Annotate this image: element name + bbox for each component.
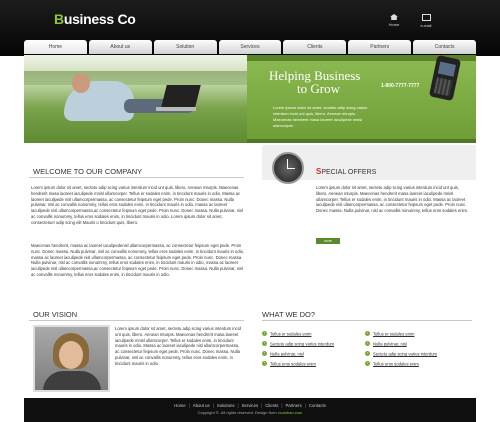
hero-man-head bbox=[72, 73, 90, 93]
phone-screen bbox=[437, 61, 456, 77]
vision-photo-body bbox=[43, 371, 101, 390]
special-offers-title: SPECIAL OFFERS bbox=[316, 167, 376, 176]
logo-accent: B bbox=[54, 11, 64, 27]
hero-bottomband bbox=[247, 139, 476, 143]
arrow-icon: › bbox=[262, 351, 267, 357]
footer-separator: | bbox=[188, 403, 190, 408]
list-item-label: Sectetu adip scing varius interdum bbox=[270, 341, 335, 347]
list-item[interactable]: › Tellus eros sodales enim bbox=[262, 361, 316, 367]
arrow-icon: › bbox=[365, 351, 370, 357]
home-icon-label: Home bbox=[388, 22, 400, 27]
arrow-icon: › bbox=[365, 361, 370, 367]
home-icon bbox=[390, 14, 398, 20]
phone-icon bbox=[428, 55, 462, 102]
nav-home[interactable]: Home bbox=[24, 40, 87, 54]
what-we-do-divider bbox=[262, 320, 472, 321]
list-item[interactable]: › Nulla pulvinar, nisl bbox=[262, 351, 304, 357]
hero-title: Helping Business to Grow bbox=[269, 69, 360, 95]
logo-rest: usiness Co bbox=[63, 11, 136, 27]
list-item[interactable]: › Tellus eros sodales enim bbox=[365, 361, 419, 367]
logo[interactable]: Business Co bbox=[54, 11, 136, 27]
arrow-icon: › bbox=[262, 341, 267, 347]
list-item[interactable]: › Sectetu adip scing varius interdum bbox=[262, 341, 335, 347]
welcome-paragraph-1: Lorem ipsum dolor sit amet, sectetu adip… bbox=[31, 185, 244, 225]
laptop-icon bbox=[161, 85, 201, 107]
site-footer: Home | About us | Solutions | Services | Clients… bbox=[24, 398, 476, 422]
welcome-title: WELCOME TO OUR COMPANY bbox=[33, 167, 143, 176]
arrow-icon: › bbox=[262, 361, 267, 367]
footer-link-solutions[interactable]: Solutions bbox=[217, 403, 235, 408]
list-item[interactable]: › Tellus er sodales enim bbox=[365, 331, 415, 337]
header-icons: Home e-mail bbox=[384, 14, 436, 28]
vision-divider bbox=[29, 320, 244, 321]
list-item-label: Tellus eros sodales enim bbox=[373, 361, 419, 367]
phone-keyboard bbox=[433, 77, 453, 97]
arrow-icon: › bbox=[365, 341, 370, 347]
hero-title-line2: to Grow bbox=[297, 81, 340, 96]
arrow-icon: › bbox=[365, 331, 370, 337]
footer-links: Home | About us | Solutions | Services | Clients… bbox=[24, 403, 476, 408]
list-item-label: Tellus eros sodales enim bbox=[270, 361, 316, 367]
footer-separator: | bbox=[281, 403, 283, 408]
vision-photo bbox=[33, 325, 110, 392]
main-nav: Home About us Solution Services Clients … bbox=[24, 40, 477, 54]
footer-link-about-us[interactable]: About us bbox=[193, 403, 210, 408]
mail-icon-label: e-mail bbox=[420, 23, 432, 28]
nav-contacts[interactable]: Contacts bbox=[413, 40, 477, 54]
what-we-do-title: WHAT WE DO? bbox=[262, 310, 316, 319]
mail-icon bbox=[421, 14, 431, 21]
nav-about-us[interactable]: About us bbox=[88, 40, 152, 54]
mail-icon-link[interactable]: e-mail bbox=[416, 14, 436, 28]
special-title-rest: PECIAL OFFERS bbox=[321, 169, 377, 176]
welcome-divider bbox=[29, 177, 244, 178]
vision-title: OUR VISION bbox=[33, 310, 78, 319]
footer-link-clients[interactable]: Clients bbox=[265, 403, 278, 408]
vision-photo-face bbox=[59, 341, 83, 369]
more-button[interactable]: more bbox=[316, 238, 340, 244]
footer-separator: | bbox=[261, 403, 263, 408]
list-item[interactable]: › Sectetu adip scing varius interdum bbox=[365, 351, 438, 357]
vision-text: Lorem ipsum dolor sit amet, sectetu adip… bbox=[115, 326, 241, 366]
list-item[interactable]: › Nulla pulvinar, nisl bbox=[365, 341, 407, 347]
copyright-link[interactable]: zcoloban.com bbox=[278, 410, 303, 415]
footer-link-partners[interactable]: Partners bbox=[286, 403, 302, 408]
list-item-label: Sectetu adip scing varius interdum bbox=[373, 351, 438, 357]
nav-clients[interactable]: Clients bbox=[283, 40, 347, 54]
footer-separator: | bbox=[237, 403, 239, 408]
footer-separator: | bbox=[304, 403, 306, 408]
clock-icon bbox=[272, 152, 304, 184]
hero-phone-number: 1-800-7777-7777 bbox=[381, 83, 420, 89]
hero-banner: Helping Business to Grow 1-800-7777-7777… bbox=[24, 55, 476, 143]
special-offers-text: Lorem ipsum dolor sit amet, sectetu adip… bbox=[316, 185, 469, 214]
footer-link-contacts[interactable]: Contacts bbox=[309, 403, 326, 408]
home-icon-link[interactable]: Home bbox=[384, 14, 404, 28]
copyright: Copyright ©. All rights reserved. Design… bbox=[24, 410, 476, 415]
list-item-label: Tellus er sodales enim bbox=[373, 331, 415, 337]
list-item-label: Tellus er sodales enim bbox=[270, 331, 312, 337]
hero-photo bbox=[24, 55, 247, 143]
list-item[interactable]: › Tellus er sodales enim bbox=[262, 331, 312, 337]
hero-panel: Helping Business to Grow 1-800-7777-7777… bbox=[247, 55, 476, 143]
nav-services[interactable]: Services bbox=[218, 40, 282, 54]
list-item-label: Nulla pulvinar, nisl bbox=[270, 351, 304, 357]
footer-separator: | bbox=[212, 403, 214, 408]
hero-trees bbox=[24, 71, 247, 85]
laptop-base bbox=[156, 107, 196, 111]
copyright-text: Copyright ©. All rights reserved. Design… bbox=[197, 410, 278, 415]
arrow-icon: › bbox=[262, 331, 267, 337]
welcome-paragraph-2: Maecenas hendrerit, massa ac laoreet iac… bbox=[31, 243, 245, 277]
nav-partners[interactable]: Partners bbox=[348, 40, 412, 54]
nav-solution[interactable]: Solution bbox=[153, 40, 217, 54]
hero-text: Lorem ipsum dolor sit amet, sectetu adip… bbox=[273, 105, 368, 128]
list-item-label: Nulla pulvinar, nisl bbox=[373, 341, 407, 347]
page: Business Co Home e-mail Home About us So… bbox=[0, 0, 500, 422]
footer-link-home[interactable]: Home bbox=[174, 403, 185, 408]
clock-hand-hour bbox=[287, 168, 295, 169]
footer-link-services[interactable]: Services bbox=[242, 403, 258, 408]
